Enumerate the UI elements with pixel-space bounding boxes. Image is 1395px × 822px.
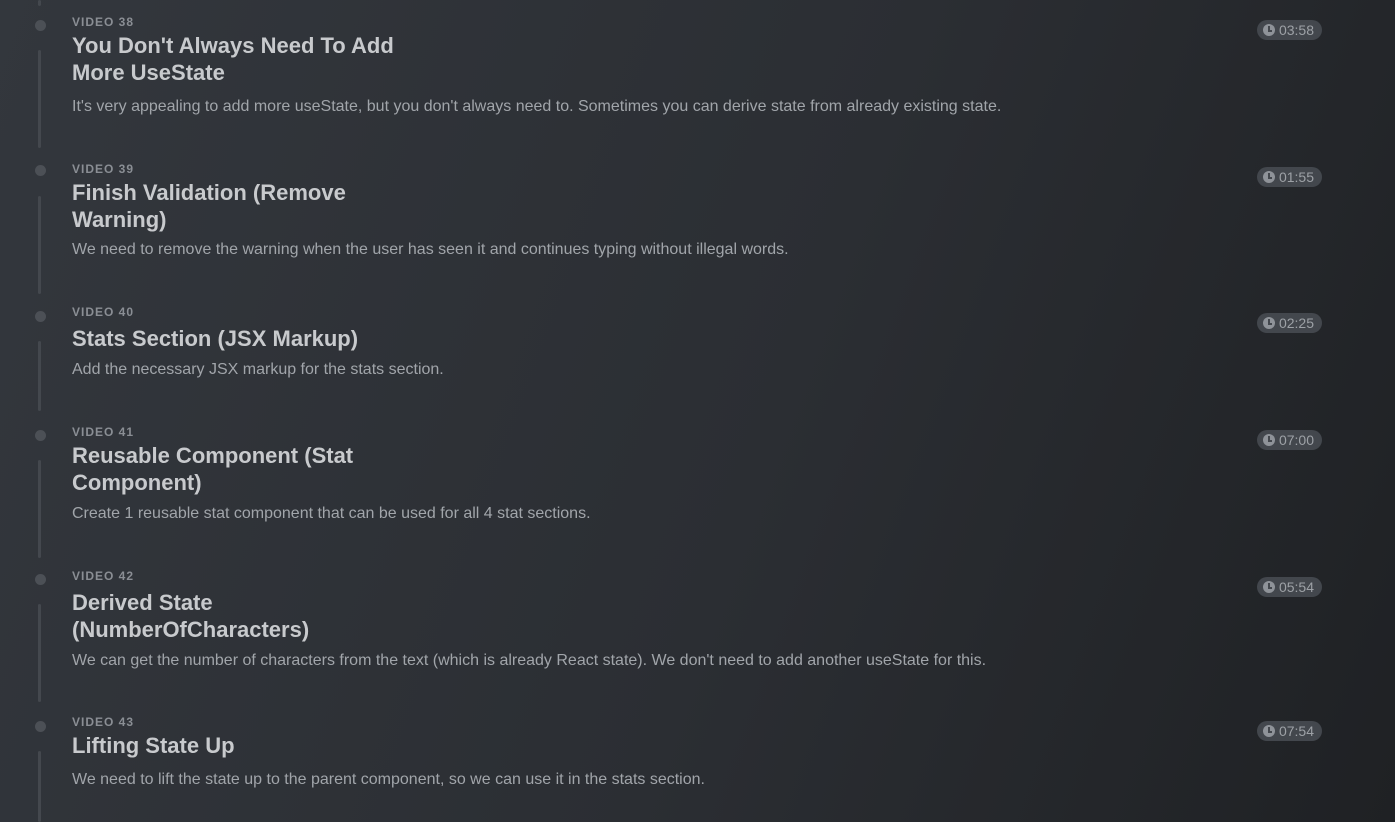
timeline-line	[38, 604, 41, 702]
clock-icon	[1262, 317, 1275, 329]
timeline-dot-icon	[35, 430, 46, 441]
video-title[interactable]: Lifting State Up	[72, 732, 572, 759]
duration-text: 01:55	[1278, 169, 1314, 185]
video-number: VIDEO 41	[72, 425, 135, 439]
video-number: VIDEO 40	[72, 305, 135, 319]
video-description: Create 1 reusable stat component that ca…	[72, 505, 591, 522]
timeline-dot-icon	[35, 721, 46, 732]
clock-icon	[1262, 725, 1275, 737]
timeline-dot-icon	[35, 311, 46, 322]
video-description: We need to remove the warning when the u…	[72, 241, 789, 258]
timeline-line	[38, 50, 41, 148]
timeline-line	[38, 751, 41, 822]
video-description: We need to lift the state up to the pare…	[72, 771, 705, 788]
duration-badge: 07:54	[1256, 721, 1322, 741]
video-number: VIDEO 42	[72, 569, 135, 583]
video-title[interactable]: You Don't Always Need To Add More UseSta…	[72, 32, 417, 86]
duration-text: 07:00	[1278, 432, 1314, 448]
duration-badge: 07:00	[1256, 430, 1322, 450]
timeline-line-top	[38, 0, 41, 6]
timeline-line	[38, 460, 41, 558]
timeline-dot-icon	[35, 574, 46, 585]
video-number: VIDEO 43	[72, 715, 135, 729]
video-description: Add the necessary JSX markup for the sta…	[72, 361, 444, 378]
clock-icon	[1262, 581, 1275, 593]
clock-icon	[1262, 24, 1275, 36]
duration-badge: 03:58	[1256, 20, 1322, 40]
duration-badge: 02:25	[1256, 313, 1322, 333]
video-title[interactable]: Finish Validation (Remove Warning)	[72, 179, 417, 233]
timeline-line	[38, 196, 41, 294]
video-description: It's very appealing to add more useState…	[72, 98, 1002, 115]
clock-icon	[1262, 171, 1275, 183]
duration-badge: 05:54	[1256, 577, 1322, 597]
duration-text: 03:58	[1278, 22, 1314, 38]
timeline-dot-icon	[35, 165, 46, 176]
video-number: VIDEO 38	[72, 15, 135, 29]
video-title[interactable]: Reusable Component (Stat Component)	[72, 442, 417, 496]
duration-text: 07:54	[1278, 723, 1314, 739]
duration-text: 05:54	[1278, 579, 1314, 595]
video-title[interactable]: Stats Section (JSX Markup)	[72, 325, 572, 352]
video-timeline: VIDEO 38 You Don't Always Need To Add Mo…	[0, 0, 1395, 822]
video-title[interactable]: Derived State (NumberOfCharacters)	[72, 589, 417, 643]
video-number: VIDEO 39	[72, 162, 135, 176]
timeline-line	[38, 341, 41, 411]
video-description: We can get the number of characters from…	[72, 652, 987, 669]
clock-icon	[1262, 434, 1275, 446]
duration-text: 02:25	[1278, 315, 1314, 331]
timeline-dot-icon	[35, 20, 46, 31]
duration-badge: 01:55	[1256, 167, 1322, 187]
